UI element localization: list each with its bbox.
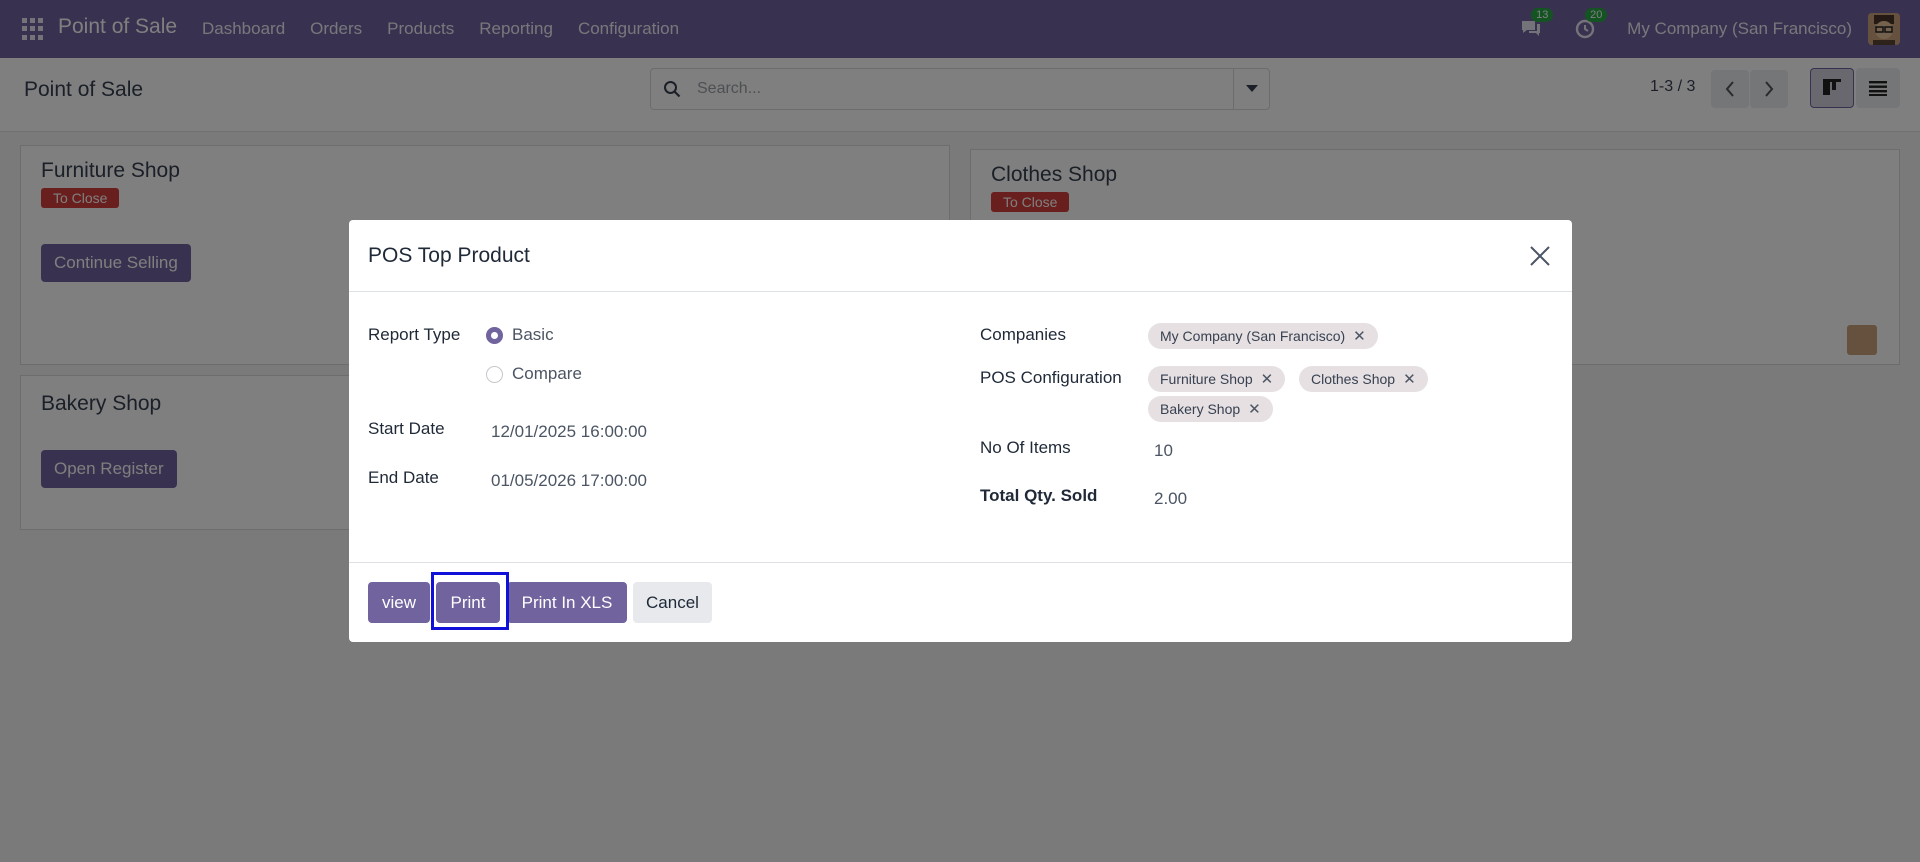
pos-config-tag-clothes: Clothes Shop ✕ (1299, 366, 1428, 392)
radio-compare-label[interactable]: Compare (512, 364, 582, 384)
tag-label: Furniture Shop (1160, 371, 1253, 387)
cancel-button[interactable]: Cancel (633, 582, 712, 623)
remove-tag-icon[interactable]: ✕ (1403, 370, 1416, 388)
pos-config-tag-furniture: Furniture Shop ✕ (1148, 366, 1286, 392)
close-icon[interactable] (1528, 244, 1552, 268)
report-type-label: Report Type (368, 325, 461, 344)
start-date-label: Start Date (368, 419, 445, 438)
start-date-field[interactable]: 12/01/2025 16:00:00 (491, 422, 647, 442)
radio-basic[interactable] (486, 327, 503, 344)
print-in-xls-button[interactable]: Print In XLS (507, 582, 627, 623)
dialog-footer: view Print Print In XLS Cancel (349, 562, 1572, 642)
no-of-items-label: No Of Items (980, 438, 1071, 457)
view-button[interactable]: view (368, 582, 430, 623)
companies-label: Companies (980, 325, 1066, 344)
tag-label: My Company (San Francisco) (1160, 328, 1346, 344)
total-qty-sold-value: 2.00 (1154, 489, 1188, 508)
total-qty-sold-label: Total Qty. Sold (980, 486, 1098, 505)
print-button-highlight (431, 572, 509, 630)
radio-compare[interactable] (486, 366, 503, 383)
remove-tag-icon[interactable]: ✕ (1261, 370, 1274, 388)
remove-tag-icon[interactable]: ✕ (1353, 327, 1366, 345)
end-date-field[interactable]: 01/05/2026 17:00:00 (491, 471, 647, 491)
no-of-items-field[interactable]: 10 (1154, 441, 1173, 461)
pos-configuration-label: POS Configuration (980, 368, 1122, 387)
end-date-label: End Date (368, 468, 439, 487)
radio-basic-label[interactable]: Basic (512, 325, 554, 345)
pos-top-product-dialog: POS Top Product Report Type Basic Compar… (349, 220, 1572, 642)
dialog-header: POS Top Product (349, 220, 1572, 292)
dialog-title: POS Top Product (368, 244, 530, 267)
tag-label: Bakery Shop (1160, 401, 1241, 417)
remove-tag-icon[interactable]: ✕ (1248, 400, 1261, 418)
pos-config-tag-bakery: Bakery Shop ✕ (1148, 396, 1273, 422)
tag-label: Clothes Shop (1311, 371, 1396, 387)
company-tag: My Company (San Francisco) ✕ (1148, 323, 1378, 349)
